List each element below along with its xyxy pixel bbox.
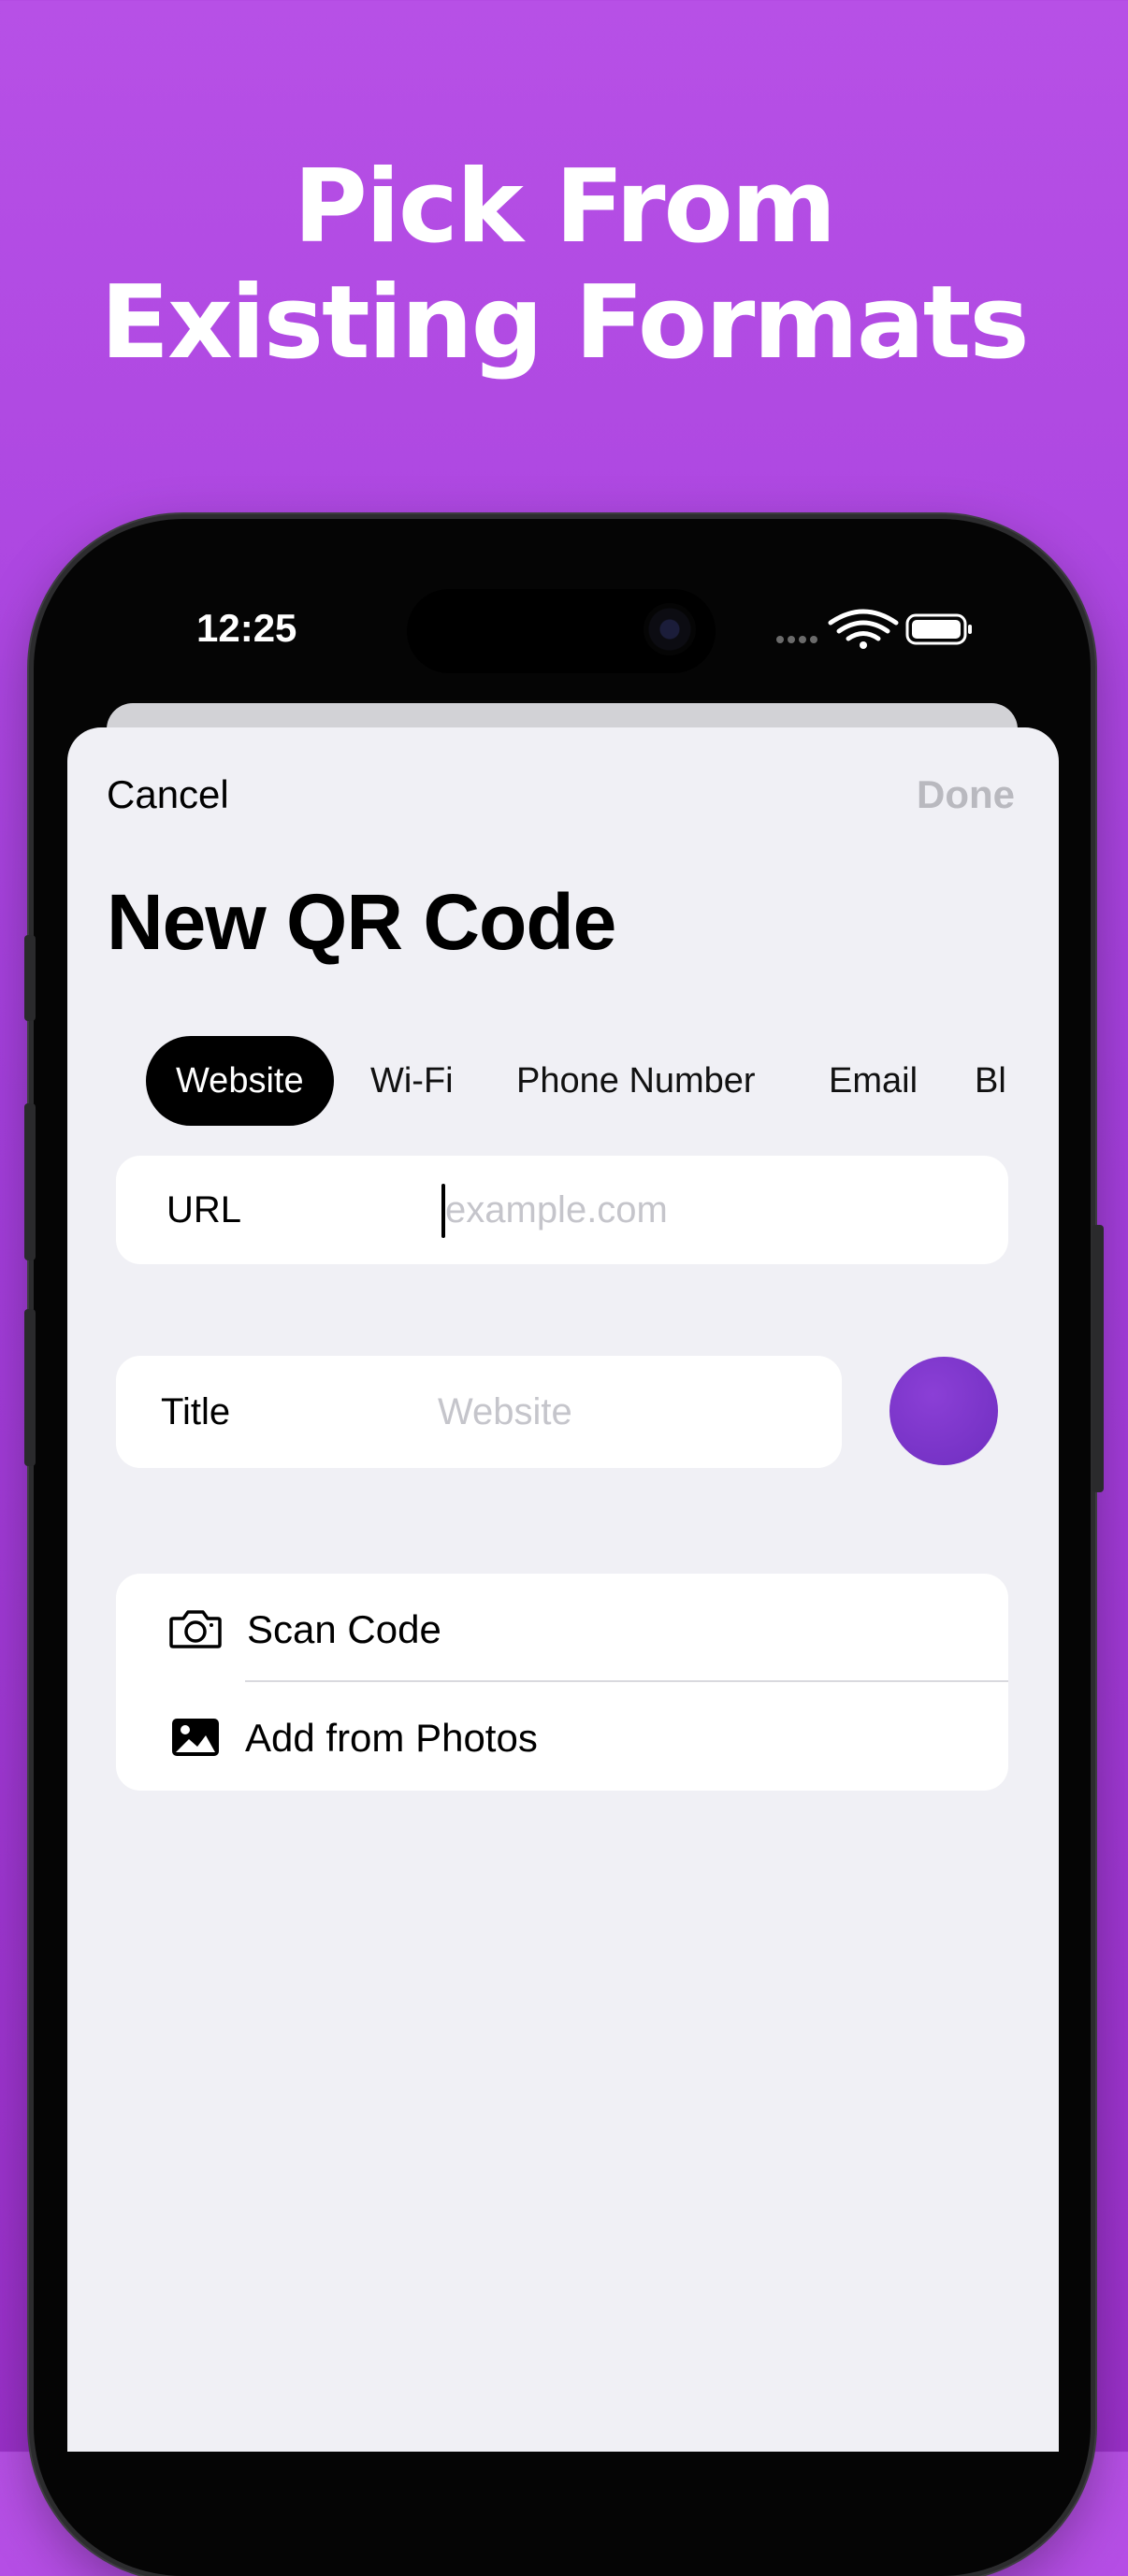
signal-dots-icon <box>776 636 817 643</box>
status-icons <box>776 609 972 649</box>
color-picker-button[interactable] <box>889 1357 998 1465</box>
status-time: 12:25 <box>196 606 297 650</box>
done-button[interactable]: Done <box>917 772 1015 817</box>
format-tab-bar[interactable]: Website Wi-Fi Phone Number Email Bl <box>146 1036 1008 1126</box>
tab-phone-number[interactable]: Phone Number <box>486 1036 786 1126</box>
headline-line-1: Pick From <box>293 149 836 266</box>
url-input[interactable]: example.com <box>445 1189 668 1231</box>
title-field-label: Title <box>161 1391 231 1432</box>
marketing-headline: Pick From Existing Formats <box>0 150 1128 381</box>
camera-icon <box>169 1610 222 1648</box>
cancel-button[interactable]: Cancel <box>107 772 229 817</box>
page-title: New QR Code <box>107 878 616 966</box>
scan-code-button[interactable]: Scan Code <box>247 1607 441 1652</box>
title-input[interactable]: Website <box>438 1391 572 1433</box>
wifi-icon <box>828 609 899 641</box>
battery-icon <box>905 613 972 645</box>
tab-website[interactable]: Website <box>146 1036 334 1126</box>
phone-action-button <box>24 935 36 1021</box>
phone-volume-down-button <box>24 1309 36 1466</box>
tab-wifi[interactable]: Wi-Fi <box>340 1036 484 1126</box>
phone-power-button <box>1092 1225 1104 1492</box>
front-camera <box>644 603 696 655</box>
tab-more[interactable]: Bl <box>945 1036 1008 1126</box>
tab-email[interactable]: Email <box>799 1036 947 1126</box>
add-from-photos-button[interactable]: Add from Photos <box>245 1716 538 1761</box>
photo-icon <box>172 1719 219 1756</box>
headline-line-2: Existing Formats <box>100 265 1029 381</box>
phone-volume-up-button <box>24 1103 36 1260</box>
row-divider <box>245 1680 1008 1682</box>
url-field-label: URL <box>166 1189 242 1230</box>
